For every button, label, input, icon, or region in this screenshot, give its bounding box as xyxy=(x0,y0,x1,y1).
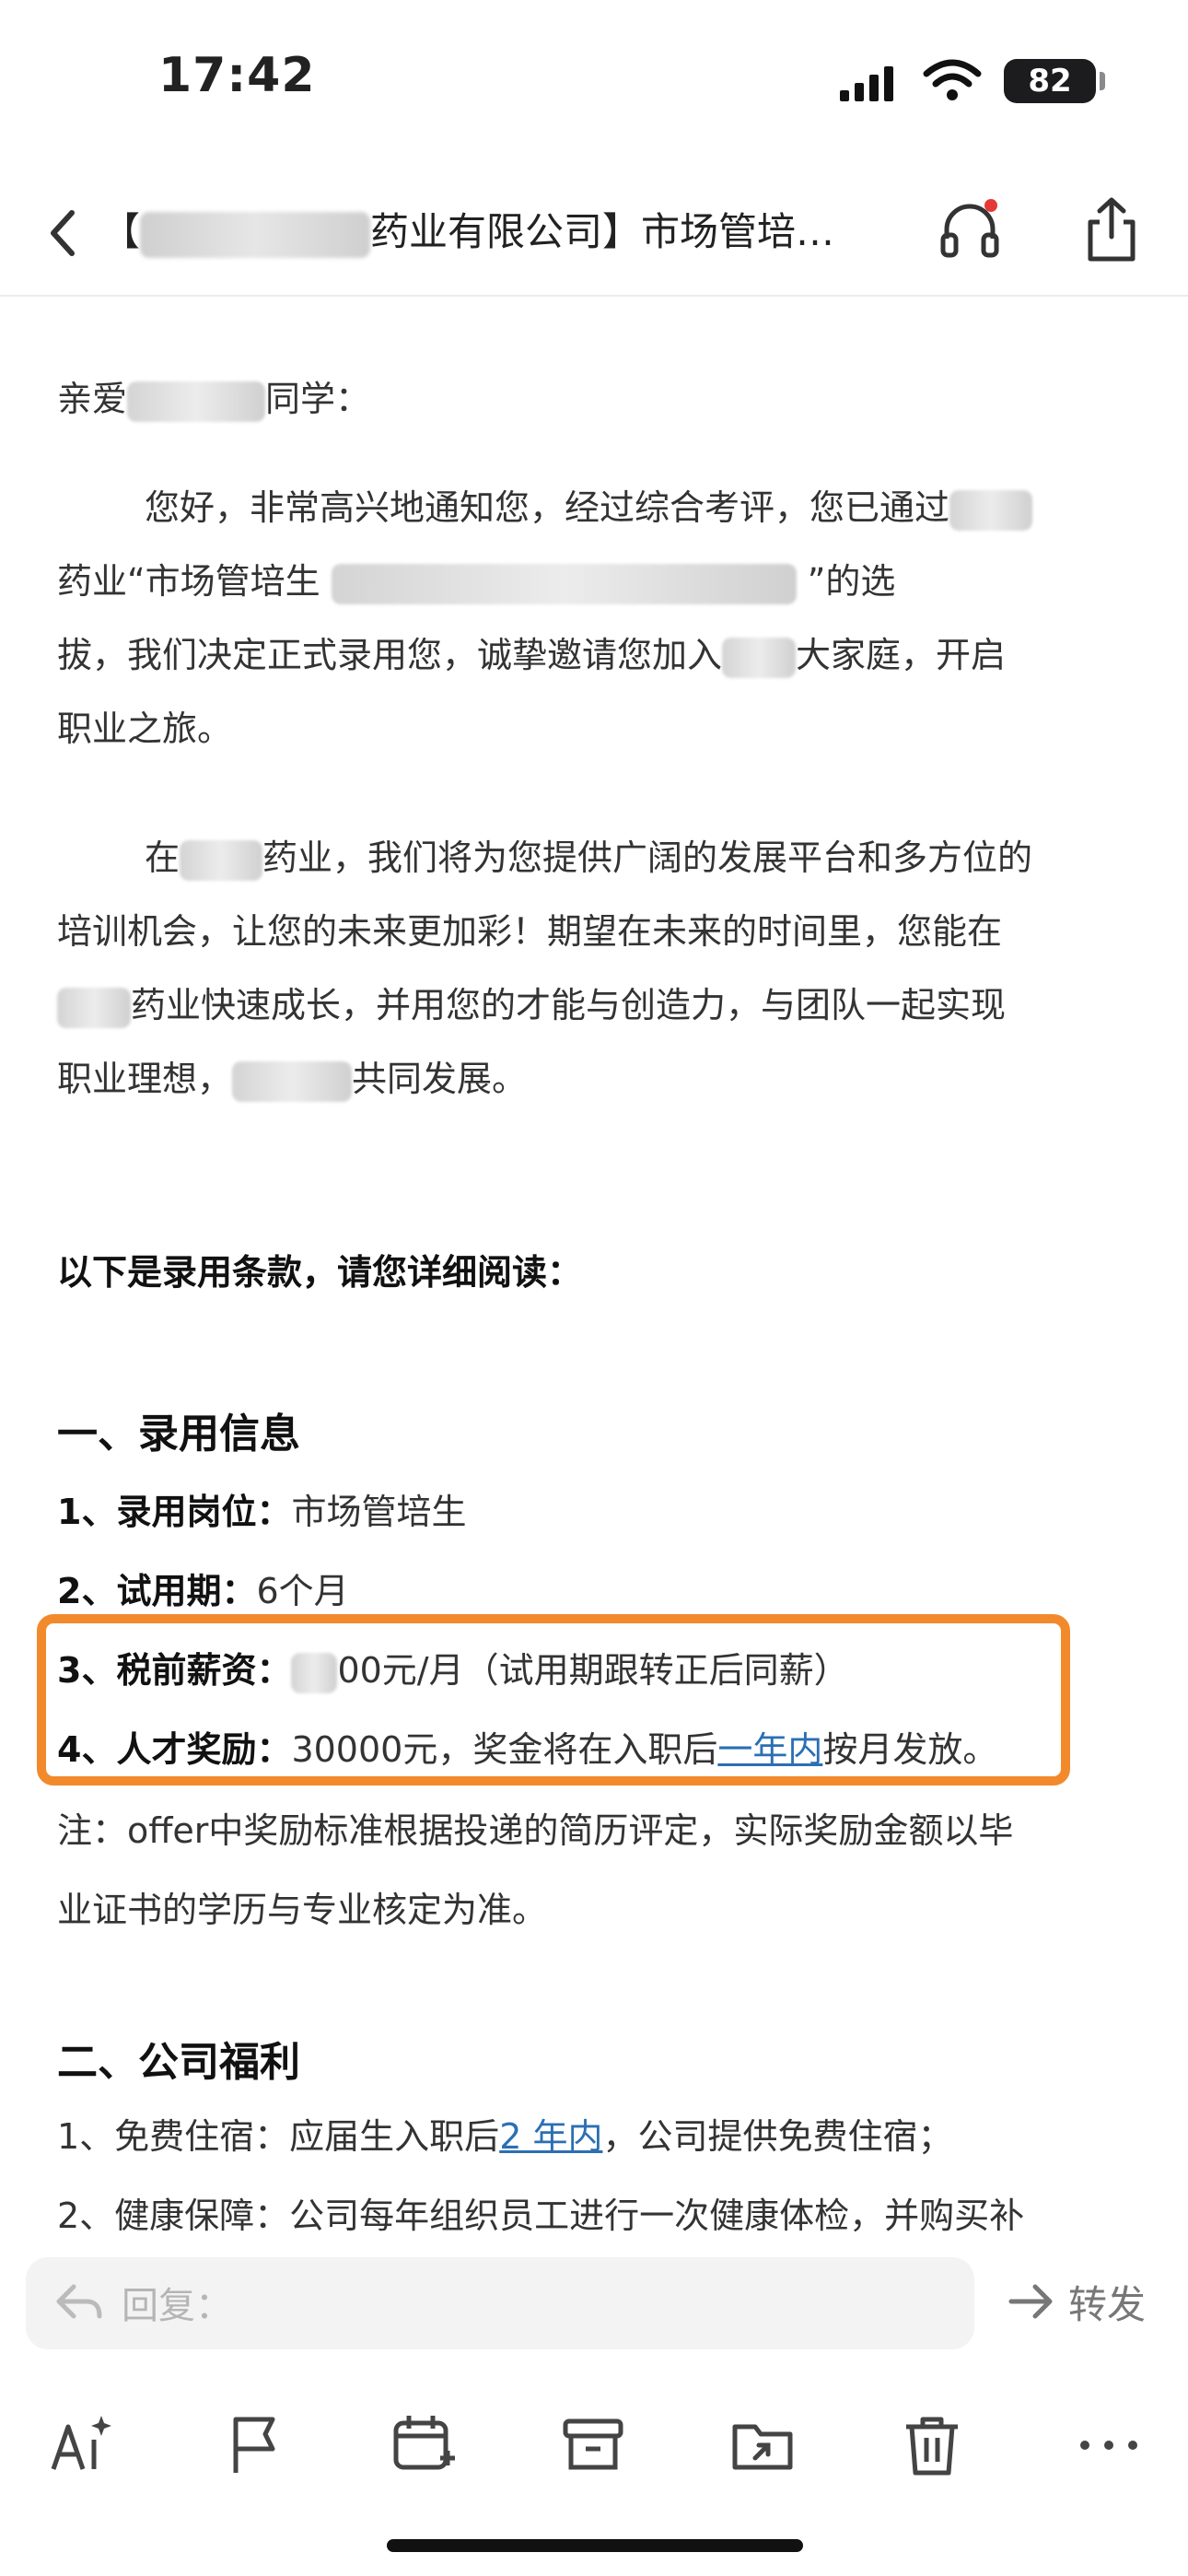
note-line-2: 业证书的学历与专业核定为准。 xyxy=(57,1890,548,1930)
redacted-program-name xyxy=(331,563,797,604)
note-line-1: 注：offer中奖励标准根据投递的简历评定，实际奖励金额以毕 xyxy=(57,1810,1014,1851)
benefit-health: 2、健康保障：公司每年组织员工进行一次健康体检，并购买补 xyxy=(57,2195,1025,2231)
paragraph-1-line-1: 您好，非常高兴地通知您，经过综合考评，您已通过 xyxy=(57,479,1033,531)
headphone-icon[interactable] xyxy=(938,196,1002,261)
email-nav-bar: 【 药业有限公司】市场管培… xyxy=(0,170,1188,297)
wifi-icon xyxy=(923,59,982,100)
paragraph-2-line-4: 职业理想， 共同发展。 xyxy=(57,1050,527,1102)
unread-dot xyxy=(984,199,997,212)
trash-icon[interactable] xyxy=(899,2412,965,2478)
more-icon[interactable] xyxy=(1076,2412,1142,2478)
archive-icon[interactable] xyxy=(560,2412,626,2478)
home-indicator[interactable] xyxy=(387,2539,803,2552)
forward-icon[interactable] xyxy=(1006,2281,1054,2324)
reply-bar: 回复： 转发 xyxy=(0,2239,1188,2359)
reply-icon xyxy=(56,2284,102,2319)
benefit-housing: 1、免费住宿：应届生入职后2 年内，公司提供免费住宿； xyxy=(57,2116,953,2157)
redacted-name xyxy=(127,381,266,422)
email-body: 亲爱 同学： 您好，非常高兴地通知您，经过综合考评，您已通过 药业“市场管培生 ”的… xyxy=(0,297,1188,2231)
status-time: 17:42 xyxy=(158,48,316,103)
title-prefix: 【 xyxy=(101,209,141,254)
paragraph-2-line-3: 药业快速成长，并用您的才能与创造力，与团队一起实现 xyxy=(57,977,1006,1028)
section-2-title: 二、公司福利 xyxy=(57,2039,300,2086)
paragraph-1-line-2: 药业“市场管培生 ”的选 xyxy=(57,553,895,604)
housing-period-link[interactable]: 2 年内 xyxy=(499,2116,602,2157)
calendar-add-icon[interactable] xyxy=(390,2412,457,2478)
share-icon[interactable] xyxy=(1079,194,1144,264)
cellular-signal-icon xyxy=(840,66,893,101)
paragraph-2-line-2: 培训机会，让您的未来更加彩！期望在未来的时间里，您能在 xyxy=(57,911,1003,952)
greeting-line: 亲爱 同学： xyxy=(57,370,370,422)
redacted-company-name xyxy=(140,211,371,258)
battery-indicator: 82 xyxy=(1004,59,1096,103)
reply-placeholder: 回复： xyxy=(122,2285,232,2327)
paragraph-1-line-3: 拔，我们决定正式录用您，诚挚邀请您加入 大家庭，开启 xyxy=(57,626,1006,678)
offer-item-position: 1、录用岗位：市场管培生 xyxy=(57,1492,467,1532)
email-subject-title: 【 药业有限公司】市场管培… xyxy=(101,202,912,263)
back-icon[interactable] xyxy=(44,205,81,261)
ai-icon[interactable] xyxy=(48,2412,114,2478)
forward-button[interactable]: 转发 xyxy=(1068,2274,1146,2330)
salary-highlight-box xyxy=(37,1614,1070,1786)
section-1-title: 一、录用信息 xyxy=(57,1411,300,1458)
flag-icon[interactable] xyxy=(221,2412,287,2478)
status-bar: 17:42 82 xyxy=(0,0,1188,157)
battery-tip xyxy=(1100,72,1105,90)
paragraph-2-line-1: 在药业，我们将为您提供广阔的发展平台和多方位的 xyxy=(57,829,1032,881)
terms-intro: 以下是录用条款，请您详细阅读： xyxy=(57,1252,583,1293)
title-suffix: 药业有限公司】市场管培… xyxy=(370,209,835,254)
move-folder-icon[interactable] xyxy=(729,2412,796,2478)
paragraph-1-line-4: 职业之旅。 xyxy=(57,708,233,749)
bottom-toolbar xyxy=(0,2386,1188,2515)
offer-item-probation: 2、试用期：6个月 xyxy=(57,1571,349,1611)
